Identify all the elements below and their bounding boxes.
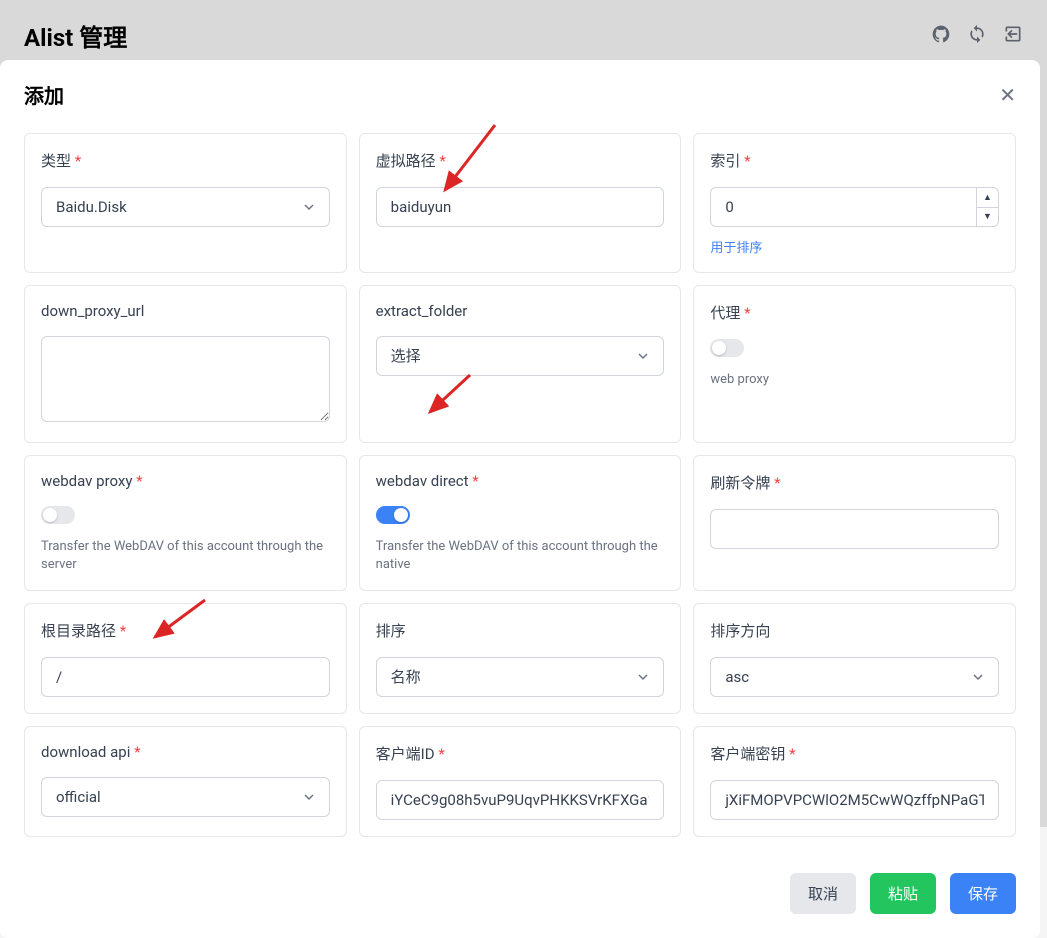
index-step-down[interactable]: ▼ — [977, 208, 998, 227]
download-api-select[interactable]: official — [41, 777, 330, 817]
webdav-proxy-desc: Transfer the WebDAV of this account thro… — [41, 538, 330, 574]
sort-label: 排序 — [376, 620, 665, 641]
close-icon[interactable]: ✕ — [999, 83, 1016, 107]
field-proxy: 代理 web proxy — [693, 285, 1016, 443]
field-client-id: 客户端ID — [359, 726, 682, 837]
root-path-label: 根目录路径 — [41, 620, 330, 641]
refresh-token-input[interactable] — [710, 509, 999, 549]
field-client-secret: 客户端密钥 — [693, 726, 1016, 837]
down-proxy-url-label: down_proxy_url — [41, 302, 330, 320]
field-webdav-proxy: webdav proxy Transfer the WebDAV of this… — [24, 455, 347, 591]
extract-folder-label: extract_folder — [376, 302, 665, 320]
field-down-proxy-url: down_proxy_url — [24, 285, 347, 443]
add-modal: 添加 ✕ 类型 Baidu.Disk 虚拟路径 索引 ▲ ▼ 用于排序 — [0, 60, 1040, 938]
index-helper: 用于排序 — [710, 237, 999, 256]
client-id-input[interactable] — [376, 780, 665, 820]
webdav-direct-toggle[interactable] — [376, 506, 410, 524]
client-secret-label: 客户端密钥 — [710, 743, 999, 764]
down-proxy-url-input[interactable] — [41, 336, 330, 422]
save-button[interactable]: 保存 — [950, 873, 1016, 914]
virtual-path-label: 虚拟路径 — [376, 150, 665, 171]
field-sort: 排序 名称 — [359, 603, 682, 714]
cancel-button[interactable]: 取消 — [790, 873, 856, 914]
sort-select[interactable]: 名称 — [376, 657, 665, 697]
paste-button[interactable]: 粘贴 — [870, 873, 936, 914]
refresh-token-label: 刷新令牌 — [710, 472, 999, 493]
field-virtual-path: 虚拟路径 — [359, 133, 682, 273]
field-root-path: 根目录路径 — [24, 603, 347, 714]
client-id-label: 客户端ID — [376, 743, 665, 764]
field-extract-folder: extract_folder 选择 — [359, 285, 682, 443]
field-refresh-token: 刷新令牌 — [693, 455, 1016, 591]
webdav-direct-label: webdav direct — [376, 472, 665, 490]
sort-direction-label: 排序方向 — [710, 620, 999, 641]
type-select[interactable]: Baidu.Disk — [41, 187, 330, 227]
field-sort-direction: 排序方向 asc — [693, 603, 1016, 714]
proxy-desc: web proxy — [710, 371, 999, 389]
root-path-input[interactable] — [41, 657, 330, 697]
extract-folder-select[interactable]: 选择 — [376, 336, 665, 376]
sort-direction-select[interactable]: asc — [710, 657, 999, 697]
proxy-label: 代理 — [710, 302, 999, 323]
field-type: 类型 Baidu.Disk — [24, 133, 347, 273]
client-secret-input[interactable] — [710, 780, 999, 820]
webdav-direct-desc: Transfer the WebDAV of this account thro… — [376, 538, 665, 574]
field-download-api: download api official — [24, 726, 347, 837]
download-api-label: download api — [41, 743, 330, 761]
field-index: 索引 ▲ ▼ 用于排序 — [693, 133, 1016, 273]
index-input[interactable] — [710, 187, 999, 227]
type-label: 类型 — [41, 150, 330, 171]
webdav-proxy-toggle[interactable] — [41, 506, 75, 524]
modal-title: 添加 — [24, 80, 64, 109]
field-webdav-direct: webdav direct Transfer the WebDAV of thi… — [359, 455, 682, 591]
index-label: 索引 — [710, 150, 999, 171]
virtual-path-input[interactable] — [376, 187, 665, 227]
webdav-proxy-label: webdav proxy — [41, 472, 330, 490]
index-step-up[interactable]: ▲ — [977, 188, 998, 208]
proxy-toggle[interactable] — [710, 339, 744, 357]
